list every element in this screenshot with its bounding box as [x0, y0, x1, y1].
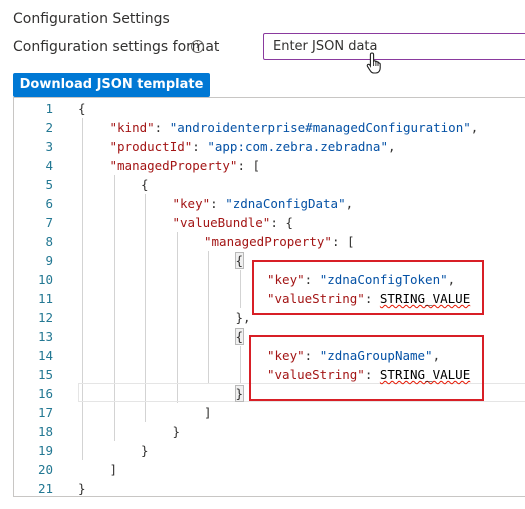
code-text: "key": "zdnaConfigData",: [173, 194, 354, 213]
line-number: 17: [37, 405, 53, 420]
code-line[interactable]: 18}: [14, 422, 525, 441]
json-punctuation: }: [78, 481, 86, 496]
code-text: }: [173, 422, 181, 441]
code-line[interactable]: 1{: [14, 99, 525, 118]
code-line[interactable]: 17]: [14, 403, 525, 422]
hand-cursor-icon: [366, 52, 381, 74]
code-text: "managedProperty": [: [204, 232, 355, 251]
json-key: "valueBundle": [172, 215, 271, 230]
line-number: 2: [45, 120, 53, 135]
json-punctuation: : {: [270, 215, 293, 230]
highlight-box-config-token: [252, 260, 484, 315]
line-number: 10: [37, 272, 53, 287]
json-punctuation: {: [234, 328, 244, 345]
json-string: "app:com.zebra.zebradna": [207, 139, 388, 154]
line-number: 21: [37, 481, 53, 496]
code-line[interactable]: 3 "productId": "app:com.zebra.zebradna",: [14, 137, 525, 156]
json-punctuation: ]: [204, 405, 212, 420]
line-number: 13: [37, 329, 53, 344]
line-number: 4: [45, 158, 53, 173]
highlight-box-group-name: [249, 335, 484, 401]
json-punctuation: }: [172, 424, 181, 439]
code-text: {: [141, 175, 149, 194]
code-text: },: [236, 308, 251, 327]
code-line[interactable]: 6 "key": "zdnaConfigData",: [14, 194, 525, 213]
code-text: "valueBundle": {: [173, 213, 293, 232]
section-title: Configuration Settings: [13, 11, 170, 27]
json-string: "androidenterprise#managedConfiguration": [169, 120, 471, 135]
line-number: 8: [45, 234, 53, 249]
json-punctuation: ,: [345, 196, 354, 211]
json-punctuation: :: [154, 120, 170, 135]
code-line[interactable]: 4 "managedProperty": [: [14, 156, 525, 175]
code-line[interactable]: 7 "valueBundle": {: [14, 213, 525, 232]
code-line[interactable]: 2 "kind": "androidenterprise#managedConfi…: [14, 118, 525, 137]
line-number: 15: [37, 367, 53, 382]
json-punctuation: }: [141, 443, 149, 458]
code-text: }: [141, 441, 149, 460]
line-number: 16: [37, 386, 53, 401]
json-punctuation: {: [141, 177, 149, 192]
json-string: "zdnaConfigData": [225, 196, 346, 211]
json-key: "productId": [109, 139, 193, 154]
json-punctuation: ]: [109, 462, 118, 477]
json-punctuation: {: [234, 252, 244, 269]
format-label: Configuration settings format: [13, 39, 220, 55]
line-number: 5: [45, 177, 53, 192]
line-number: 1: [45, 101, 53, 116]
code-text: {: [234, 251, 244, 270]
line-number: 6: [45, 196, 53, 211]
code-line[interactable]: 8 "managedProperty": [: [14, 232, 525, 251]
json-punctuation: },: [235, 310, 251, 325]
line-number: 7: [45, 215, 53, 230]
line-number: 20: [37, 462, 53, 477]
code-line[interactable]: 20]: [14, 460, 525, 479]
code-text: "productId": "app:com.zebra.zebradna",: [110, 137, 396, 156]
code-text: ]: [204, 403, 212, 422]
json-punctuation: ,: [470, 120, 479, 135]
json-key: "managedProperty": [204, 234, 332, 249]
json-punctuation: :: [192, 139, 208, 154]
download-json-template-button[interactable]: Download JSON template: [13, 73, 210, 97]
code-text: }: [234, 384, 244, 403]
json-punctuation: :: [210, 196, 226, 211]
json-key: "key": [172, 196, 211, 211]
code-text: ]: [110, 460, 118, 479]
code-line[interactable]: 21}: [14, 479, 525, 498]
line-number: 12: [37, 310, 53, 325]
code-text: {: [78, 99, 86, 118]
format-select[interactable]: Enter JSON data: [263, 33, 525, 60]
code-line[interactable]: 5{: [14, 175, 525, 194]
line-number: 19: [37, 443, 53, 458]
code-line[interactable]: 19}: [14, 441, 525, 460]
json-punctuation: {: [78, 101, 86, 116]
line-number: 9: [45, 253, 53, 268]
json-punctuation: : [: [331, 234, 355, 249]
json-punctuation: : [: [237, 158, 261, 173]
json-punctuation: ,: [387, 139, 396, 154]
json-key: "kind": [109, 120, 155, 135]
line-number: 18: [37, 424, 53, 439]
line-number: 11: [37, 291, 53, 306]
code-text: "managedProperty": [: [110, 156, 261, 175]
json-key: "managedProperty": [109, 158, 238, 173]
info-icon[interactable]: i: [191, 40, 204, 53]
json-punctuation: }: [234, 385, 244, 402]
code-text: }: [78, 479, 86, 498]
line-number: 3: [45, 139, 53, 154]
code-text: {: [234, 327, 244, 346]
line-number: 14: [37, 348, 53, 363]
code-text: "kind": "androidenterprise#managedConfig…: [110, 118, 479, 137]
